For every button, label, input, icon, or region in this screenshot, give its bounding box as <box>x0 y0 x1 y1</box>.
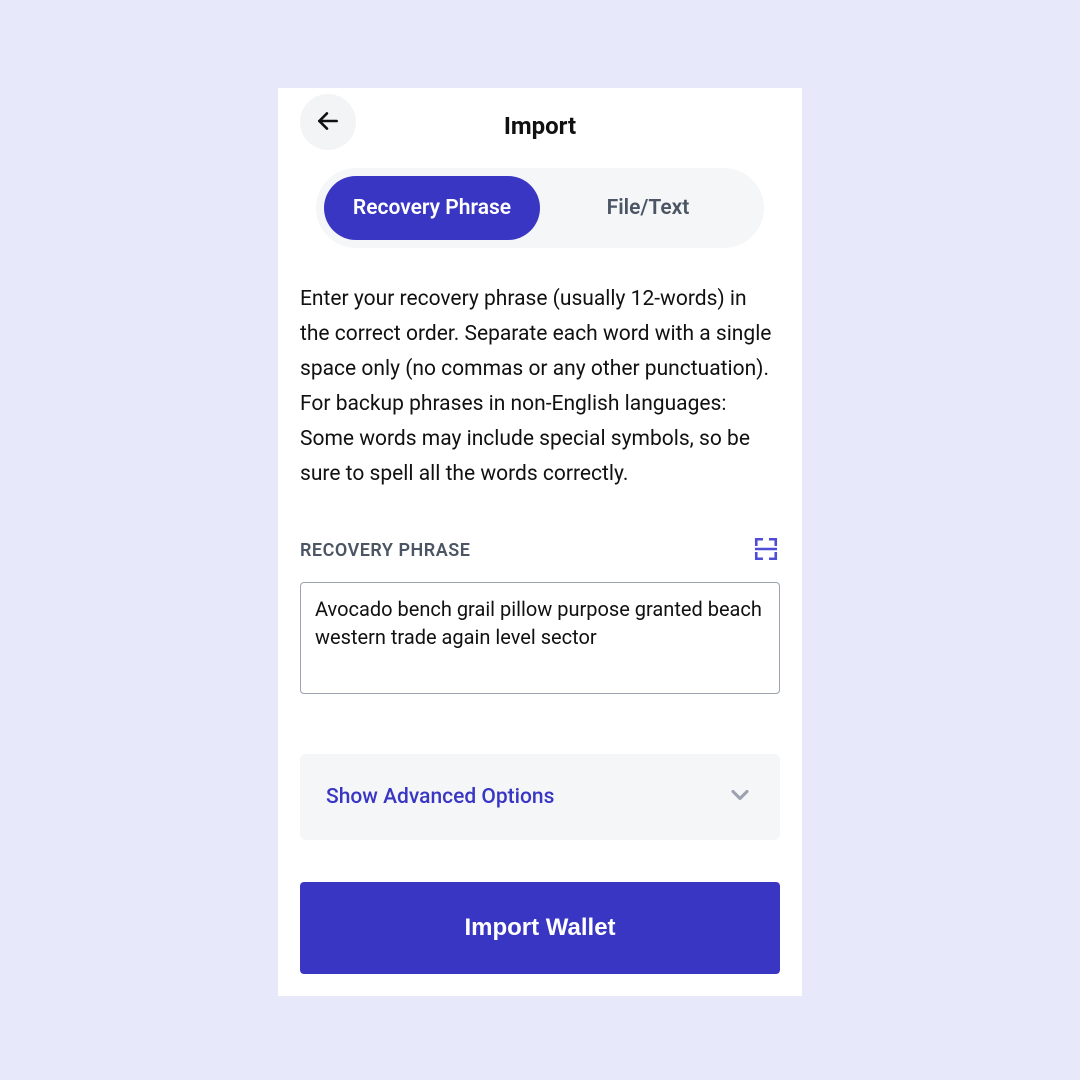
tab-recovery-phrase[interactable]: Recovery Phrase <box>324 176 540 240</box>
scan-icon <box>753 536 779 565</box>
scan-qr-button[interactable] <box>752 536 780 564</box>
advanced-options-toggle[interactable]: Show Advanced Options <box>300 754 780 840</box>
chevron-down-icon <box>726 781 754 813</box>
instructions-text: Enter your recovery phrase (usually 12-w… <box>300 282 780 492</box>
recovery-phrase-label: RECOVERY PHRASE <box>300 540 470 561</box>
back-button[interactable] <box>300 94 356 150</box>
header: Import <box>300 88 780 156</box>
page-title: Import <box>504 112 576 140</box>
arrow-left-icon <box>315 108 341 137</box>
import-button-label: Import Wallet <box>464 914 615 941</box>
tab-file-text[interactable]: File/Text <box>540 176 756 240</box>
tab-label: Recovery Phrase <box>353 196 511 220</box>
recovery-phrase-input[interactable] <box>300 582 780 694</box>
field-label-row: RECOVERY PHRASE <box>300 536 780 564</box>
advanced-options-label: Show Advanced Options <box>326 785 554 809</box>
tab-label: File/Text <box>607 196 690 220</box>
import-card: Import Recovery Phrase File/Text Enter y… <box>278 88 802 996</box>
import-wallet-button[interactable]: Import Wallet <box>300 882 780 974</box>
tabs: Recovery Phrase File/Text <box>316 168 764 248</box>
